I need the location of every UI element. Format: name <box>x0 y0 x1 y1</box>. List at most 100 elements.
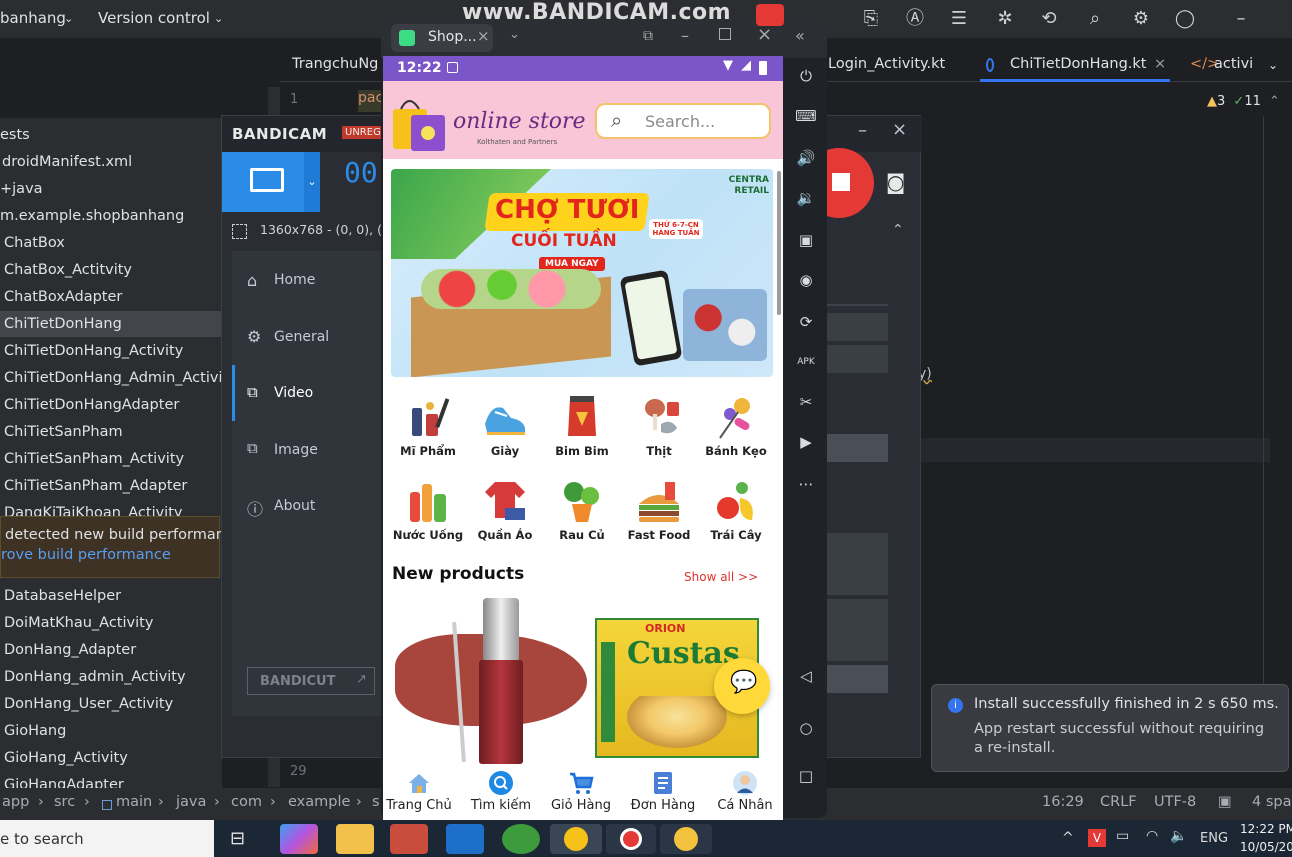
task-view-icon[interactable]: ⊟ <box>230 828 245 849</box>
tree-item[interactable]: ChatBox_Actitvity <box>0 257 132 283</box>
emulator-tab[interactable]: Shop... × <box>391 24 493 52</box>
breadcrumb-com[interactable]: com <box>231 794 262 810</box>
vscode-icon[interactable] <box>446 824 484 854</box>
show-all-link[interactable]: Show all >> <box>684 570 758 584</box>
debug-icon[interactable]: ✲ <box>992 6 1018 32</box>
tree-item[interactable]: ChiTietDonHang_Admin_Activit <box>0 365 222 391</box>
record-indicator[interactable] <box>756 4 784 26</box>
nav-home[interactable]: Trang Chủ <box>383 766 459 813</box>
tree-item[interactable]: ChatBox <box>0 230 65 256</box>
chevron-down-icon[interactable]: ⌄ <box>304 152 320 212</box>
minimize-icon[interactable]: – <box>681 26 689 45</box>
file-explorer-icon[interactable] <box>336 824 374 854</box>
tree-item[interactable]: ChiTietDonHang_Activity <box>0 338 183 364</box>
chevron-down-icon[interactable]: ⌄ <box>1268 58 1278 72</box>
close-icon[interactable]: × <box>757 24 772 45</box>
category-shoes[interactable]: Giày <box>466 394 544 458</box>
tree-item[interactable]: ests <box>0 122 30 148</box>
close-icon[interactable]: × <box>892 119 907 140</box>
tab-login-activity[interactable]: Login_Activity.kt <box>828 56 945 72</box>
nav-video[interactable]: Video <box>274 385 313 401</box>
tree-item[interactable]: +java <box>0 176 43 202</box>
language-indicator[interactable]: ENG <box>1200 831 1228 846</box>
breadcrumb-java[interactable]: java <box>176 794 206 810</box>
rotate-icon[interactable]: ⟳ <box>794 310 818 334</box>
tab-activity[interactable]: activi <box>1214 56 1253 72</box>
nav-about[interactable]: About <box>274 498 315 514</box>
breadcrumb-app[interactable]: app <box>2 794 29 810</box>
minimize-icon[interactable]: – <box>858 120 867 141</box>
copilot-icon[interactable] <box>280 824 318 854</box>
taskbar-search[interactable]: e to search <box>0 820 214 857</box>
chevron-down-icon[interactable]: ⌄ <box>509 27 520 42</box>
nav-home[interactable]: Home <box>274 272 315 288</box>
tree-item[interactable]: GioHang <box>0 718 66 744</box>
tree-item[interactable]: GioHang_Activity <box>0 745 128 771</box>
volume-icon[interactable]: 🔈 <box>1170 828 1187 844</box>
tree-item[interactable]: DonHang_User_Activity <box>0 691 173 717</box>
category-fruit[interactable]: Trái Cây <box>697 478 775 542</box>
translate-icon[interactable]: Ⓐ <box>902 6 928 32</box>
bandicut-button[interactable]: BANDICUT ↗ <box>247 667 375 695</box>
promo-banner[interactable]: CENTRA RETAIL CHỢ TƯƠI CUỐI TUẦN THỨ 6-7… <box>391 169 773 377</box>
wifi-icon[interactable]: ◠ <box>1146 828 1158 844</box>
improve-build-link[interactable]: rove build performance <box>1 547 171 563</box>
keyboard-icon[interactable]: ⌨ <box>794 104 818 128</box>
category-clothes[interactable]: Quần Áo <box>466 478 544 542</box>
vietkey-icon[interactable]: V <box>1088 829 1106 847</box>
gear-icon[interactable]: ⚙ <box>1128 6 1154 32</box>
clock-time[interactable]: 12:22 PM <box>1240 822 1292 836</box>
category-cosmetics[interactable]: Mĩ Phẩm <box>389 394 467 458</box>
chat-fab[interactable]: 💬 <box>714 658 770 714</box>
breadcrumb-example[interactable]: example <box>288 794 350 810</box>
tree-item[interactable]: DatabaseHelper <box>0 583 121 609</box>
tree-item[interactable]: ChiTietSanPham_Adapter <box>0 473 187 499</box>
breadcrumb-package[interactable]: s <box>372 794 380 810</box>
product-card-lipstick[interactable] <box>391 596 587 766</box>
inspection-widget[interactable]: ▲3 ✓11 ⌃ <box>1207 94 1280 109</box>
gps-icon[interactable]: ◉ <box>794 268 818 292</box>
search-input[interactable]: Search... <box>645 112 715 131</box>
clock-date[interactable]: 10/05/20 <box>1240 840 1292 854</box>
search-box[interactable]: ⌕ Search... <box>595 103 771 139</box>
record-task-icon[interactable] <box>606 824 656 854</box>
breadcrumb-main[interactable]: main <box>116 794 152 810</box>
power-icon[interactable]: ⏻ <box>794 64 818 88</box>
category-meat[interactable]: Thịt <box>620 394 698 458</box>
tree-item[interactable]: GioHangAdapter <box>0 772 124 788</box>
more-icon[interactable]: ⋯ <box>794 472 818 496</box>
nav-general[interactable]: General <box>274 329 329 345</box>
search-icon[interactable]: ⌕ <box>1082 6 1108 32</box>
tree-item[interactable]: ChiTietSanPham <box>0 419 123 445</box>
minimize-icon[interactable]: – <box>1228 6 1254 32</box>
tree-item[interactable]: DonHang_admin_Activity <box>0 664 186 690</box>
line-separator[interactable]: CRLF <box>1100 794 1137 810</box>
category-snacks[interactable]: Bim Bim <box>543 394 621 458</box>
nav-cart[interactable]: Giỏ Hàng <box>541 766 621 813</box>
android-studio-icon[interactable] <box>502 824 540 854</box>
record-icon[interactable]: ▶ <box>794 430 818 454</box>
tab-trangchu[interactable]: TrangchuNg <box>292 56 378 72</box>
scrollbar[interactable] <box>777 171 781 315</box>
screenshot-icon[interactable]: ▣ <box>794 228 818 252</box>
home-button-icon[interactable]: ○ <box>794 716 818 740</box>
emulator-task-icon[interactable] <box>660 824 712 854</box>
tree-item-selected[interactable]: ChiTietDonHang <box>0 311 222 337</box>
tray-expand-icon[interactable]: ^ <box>1062 830 1074 846</box>
volume-up-icon[interactable]: 🔊 <box>794 146 818 170</box>
tree-item[interactable]: DonHang_Adapter <box>0 637 136 663</box>
device-manager-icon[interactable]: ⎘ <box>858 6 884 32</box>
popout-icon[interactable]: ⧉ <box>643 28 653 44</box>
tree-item[interactable]: ChiTietDonHangAdapter <box>0 392 179 418</box>
nav-profile[interactable]: Cá Nhân <box>705 766 783 813</box>
project-menu[interactable]: banhang <box>0 9 66 27</box>
readonly-toggle-icon[interactable]: ▣ <box>1218 794 1232 810</box>
close-icon[interactable]: × <box>477 27 490 45</box>
category-candy[interactable]: Bánh Kẹo <box>697 394 775 458</box>
camera-icon[interactable]: ◙ <box>886 170 905 194</box>
battery-icon[interactable]: ▭ <box>1116 828 1129 844</box>
indent-setting[interactable]: 4 spa <box>1252 794 1291 810</box>
close-icon[interactable]: × <box>1154 56 1166 72</box>
account-icon[interactable]: ◯ <box>1172 6 1198 32</box>
category-vegetables[interactable]: Rau Củ <box>543 478 621 542</box>
